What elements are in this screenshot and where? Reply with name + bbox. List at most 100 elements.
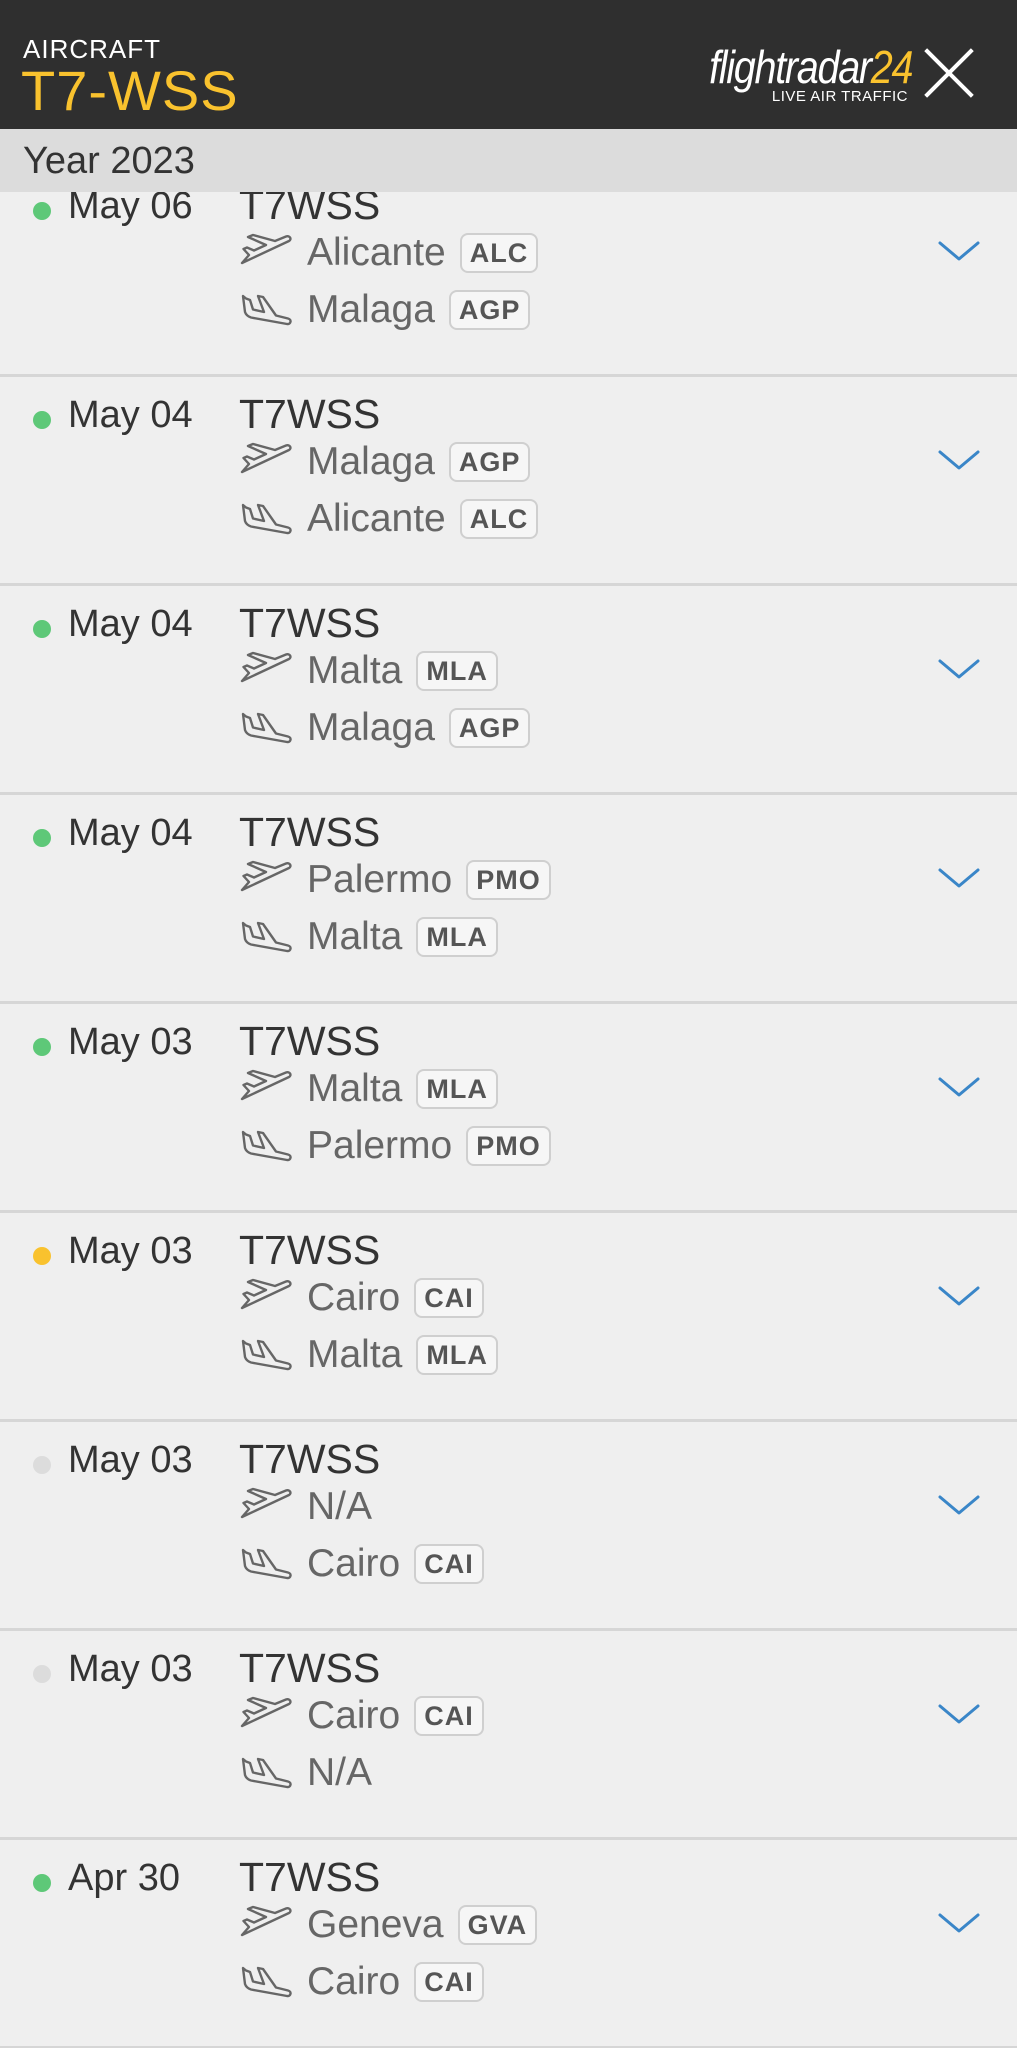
- departure-city: N/A: [307, 1485, 373, 1528]
- takeoff-icon: [239, 649, 307, 694]
- arrival-airport-code: CAI: [414, 1962, 484, 2002]
- aircraft-registration: T7-WSS: [21, 59, 239, 122]
- flight-row[interactable]: May 04 T7WSS Malaga AGP Alicante ALC: [0, 378, 1017, 586]
- takeoff-icon: [239, 1903, 307, 1948]
- logo-wordmark: flightradar24: [709, 41, 914, 93]
- chevron-down-icon[interactable]: [935, 854, 983, 902]
- status-dot: [33, 1665, 51, 1683]
- departure-leg: Malaga AGP: [239, 438, 531, 486]
- flight-number: T7WSS: [239, 1436, 381, 1482]
- landing-icon: [239, 1542, 307, 1587]
- arrival-city: N/A: [307, 1751, 373, 1794]
- departure-city: Geneva: [307, 1903, 444, 1946]
- flight-number: T7WSS: [239, 1645, 381, 1691]
- takeoff-icon: [239, 1694, 307, 1739]
- arrival-leg: Alicante ALC: [239, 495, 539, 543]
- landing-icon: [239, 1751, 307, 1796]
- departure-airport-code: CAI: [414, 1278, 484, 1318]
- arrival-airport-code: MLA: [416, 917, 498, 957]
- close-icon[interactable]: [922, 46, 976, 100]
- departure-airport-code: GVA: [457, 1905, 538, 1945]
- flight-row[interactable]: May 03 T7WSS Cairo CAI Malta MLA: [0, 1214, 1017, 1422]
- flight-date: May 04: [68, 394, 193, 436]
- flight-number: T7WSS: [239, 1018, 381, 1064]
- takeoff-icon: [239, 231, 307, 276]
- departure-city: Alicante: [307, 231, 446, 274]
- flight-number: T7WSS: [239, 600, 381, 646]
- flightradar24-logo: flightradar24 LIVE AIR TRAFFIC: [700, 41, 914, 106]
- chevron-down-icon[interactable]: [935, 227, 983, 275]
- flight-number: T7WSS: [239, 391, 381, 437]
- landing-icon: [239, 706, 307, 751]
- logo-tagline: LIVE AIR TRAFFIC: [771, 88, 908, 105]
- departure-leg: N/A: [239, 1483, 372, 1531]
- status-dot: [33, 829, 51, 847]
- logo-wordmark-yellow: 24: [870, 41, 914, 93]
- chevron-down-icon[interactable]: [935, 1899, 983, 1947]
- status-dot: [33, 1874, 51, 1892]
- year-label: Year 2023: [23, 140, 195, 182]
- flight-date: May 03: [68, 1021, 193, 1063]
- landing-icon: [239, 1960, 307, 2005]
- chevron-down-icon[interactable]: [935, 1690, 983, 1738]
- flight-number: T7WSS: [239, 809, 381, 855]
- arrival-leg: Malta MLA: [239, 913, 498, 961]
- flight-row[interactable]: May 03 T7WSS N/A Cairo CAI: [0, 1423, 1017, 1631]
- flight-list[interactable]: May 06 T7WSS Alicante ALC Malaga AGP May 0…: [0, 0, 1017, 2048]
- arrival-airport-code: PMO: [466, 1126, 551, 1166]
- flight-date: May 03: [68, 1230, 193, 1272]
- arrival-airport-code: ALC: [459, 499, 539, 539]
- arrival-leg: Palermo PMO: [239, 1122, 551, 1170]
- chevron-down-icon[interactable]: [935, 1481, 983, 1529]
- landing-icon: [239, 497, 307, 542]
- departure-city: Malta: [307, 1067, 403, 1110]
- flight-row[interactable]: May 04 T7WSS Palermo PMO Malta MLA: [0, 796, 1017, 1004]
- landing-icon: [239, 1124, 307, 1169]
- takeoff-icon: [239, 1485, 307, 1530]
- status-dot: [33, 1038, 51, 1056]
- arrival-city: Malta: [307, 1333, 403, 1376]
- arrival-leg: Cairo CAI: [239, 1540, 484, 1588]
- arrival-city: Malaga: [307, 288, 435, 331]
- departure-airport-code: ALC: [459, 233, 539, 273]
- year-section-header: Year 2023: [0, 129, 1017, 192]
- departure-leg: Palermo PMO: [239, 856, 551, 904]
- departure-leg: Geneva GVA: [239, 1901, 538, 1949]
- flight-date: May 04: [68, 812, 193, 854]
- departure-leg: Alicante ALC: [239, 229, 539, 277]
- departure-leg: Cairo CAI: [239, 1274, 484, 1322]
- arrival-airport-code: MLA: [416, 1335, 498, 1375]
- departure-city: Cairo: [307, 1276, 401, 1319]
- arrival-leg: Malta MLA: [239, 1331, 498, 1379]
- arrival-leg: Malaga AGP: [239, 286, 531, 334]
- flight-row[interactable]: May 03 T7WSS Cairo CAI N/A: [0, 1632, 1017, 1840]
- departure-airport-code: CAI: [414, 1696, 484, 1736]
- departure-leg: Cairo CAI: [239, 1692, 484, 1740]
- arrival-city: Cairo: [307, 1960, 401, 2003]
- flight-row[interactable]: May 03 T7WSS Malta MLA Palermo PMO: [0, 1005, 1017, 1213]
- flight-date: May 04: [68, 603, 193, 645]
- flight-date: May 03: [68, 1648, 193, 1690]
- arrival-airport-code: CAI: [414, 1544, 484, 1584]
- flight-row[interactable]: Apr 30 T7WSS Geneva GVA Cairo CAI: [0, 1841, 1017, 2048]
- arrival-airport-code: AGP: [448, 290, 531, 330]
- departure-airport-code: PMO: [466, 860, 551, 900]
- departure-city: Cairo: [307, 1694, 401, 1737]
- chevron-down-icon[interactable]: [935, 645, 983, 693]
- header-bar: AIRCRAFT T7-WSS flightradar24 LIVE AIR T…: [0, 0, 1017, 129]
- arrival-leg: Cairo CAI: [239, 1958, 484, 2006]
- chevron-down-icon[interactable]: [935, 1272, 983, 1320]
- takeoff-icon: [239, 858, 307, 903]
- arrival-leg: N/A: [239, 1749, 372, 1797]
- landing-icon: [239, 915, 307, 960]
- landing-icon: [239, 288, 307, 333]
- departure-city: Malaga: [307, 440, 435, 483]
- flight-row[interactable]: May 06 T7WSS Alicante ALC Malaga AGP: [0, 169, 1017, 377]
- arrival-airport-code: AGP: [448, 708, 531, 748]
- flight-row[interactable]: May 04 T7WSS Malta MLA Malaga AGP: [0, 587, 1017, 795]
- chevron-down-icon[interactable]: [935, 1063, 983, 1111]
- chevron-down-icon[interactable]: [935, 436, 983, 484]
- departure-city: Palermo: [307, 858, 453, 901]
- departure-airport-code: MLA: [416, 1069, 498, 1109]
- status-dot: [33, 1247, 51, 1265]
